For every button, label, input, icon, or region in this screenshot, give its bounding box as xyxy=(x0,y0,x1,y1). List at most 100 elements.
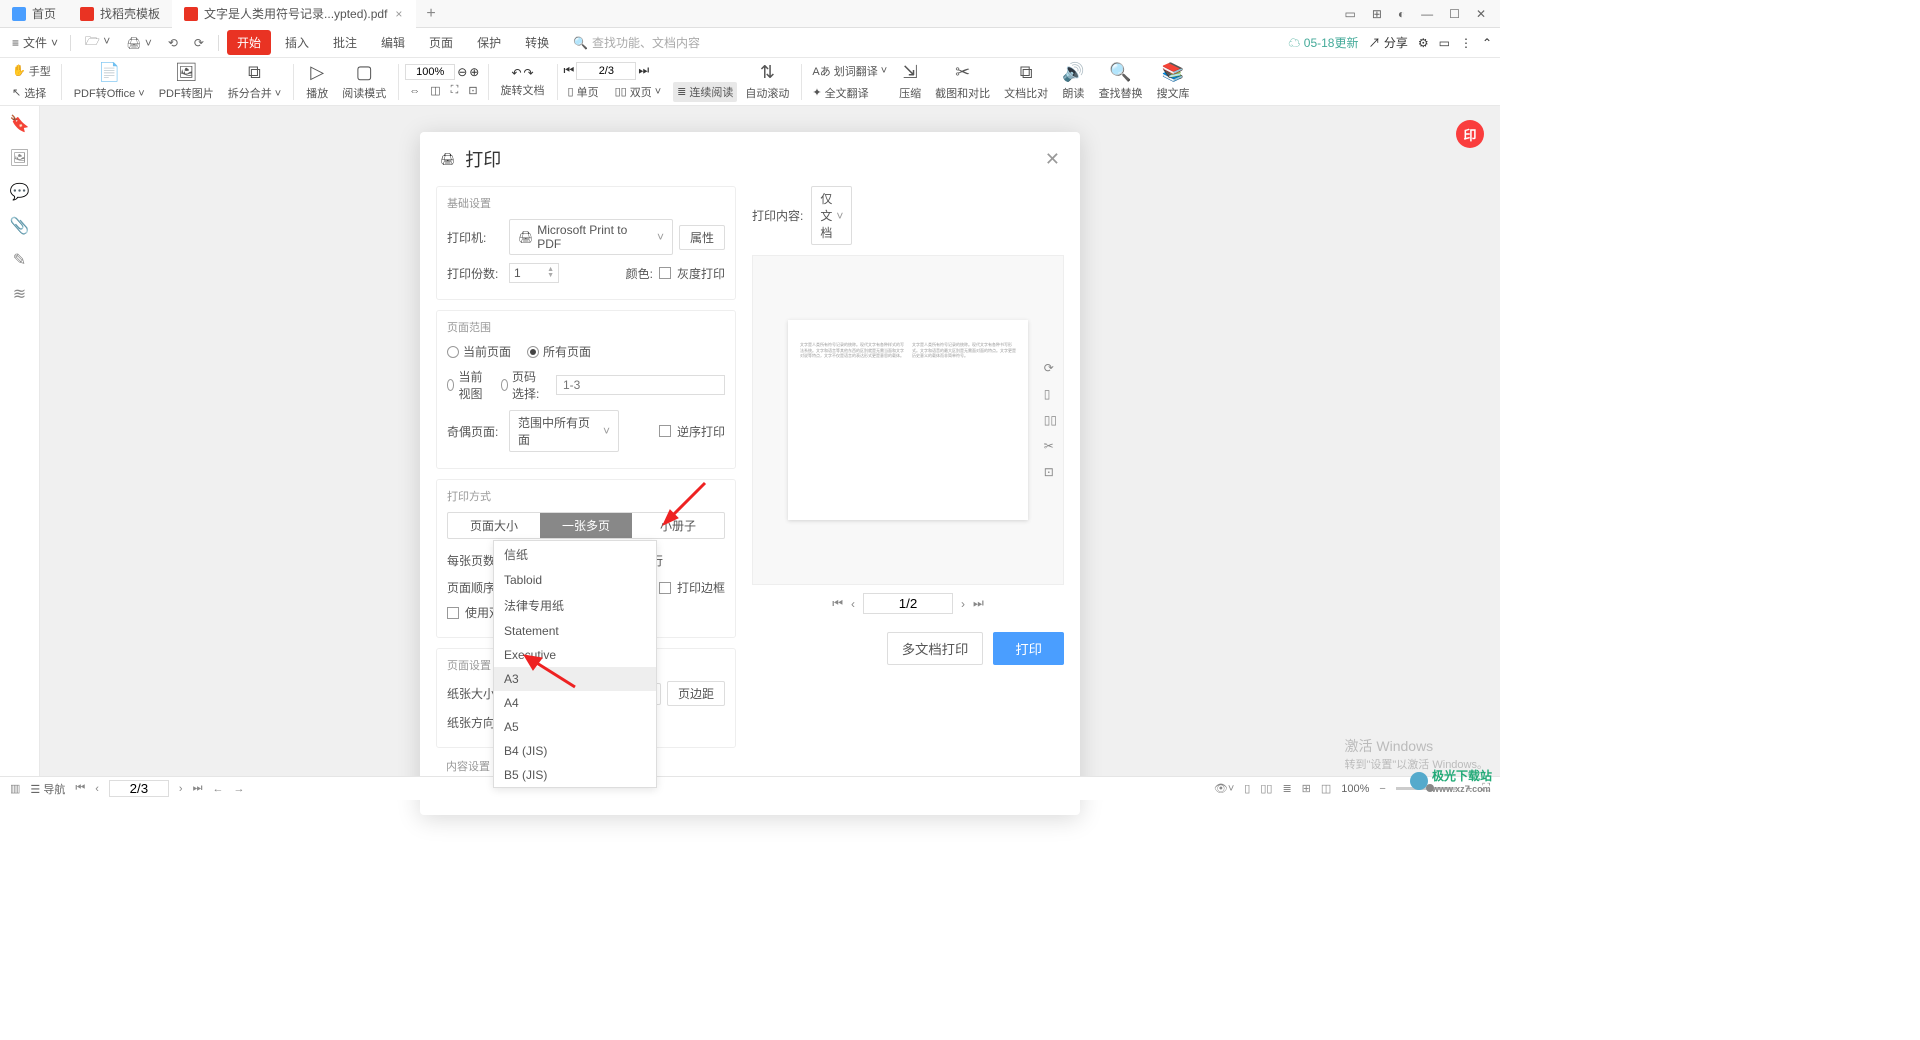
dd-item-a5[interactable]: A5 xyxy=(494,715,656,739)
zoom-control[interactable]: ⊖ ⊕ xyxy=(405,64,481,80)
pager-last-icon[interactable]: ⏭ xyxy=(973,596,984,611)
page-input[interactable] xyxy=(576,62,636,80)
zoomout-icon[interactable]: ⊖ xyxy=(457,65,467,79)
props-button[interactable]: 属性 xyxy=(679,225,725,250)
preview-fit-icon[interactable]: ⊡ xyxy=(1044,465,1057,479)
preview-page-icon[interactable]: ▯ xyxy=(1044,387,1057,401)
pdf2office-button[interactable]: 📄PDF转Office ˅ xyxy=(68,60,151,103)
findreplace-button[interactable]: 🔍查找替换 xyxy=(1093,60,1149,103)
share-button[interactable]: ↗ 分享 xyxy=(1368,34,1407,51)
grid-icon[interactable]: ⊞ xyxy=(1366,5,1388,23)
lastpage-icon[interactable]: ⏭ xyxy=(638,63,649,78)
close-icon[interactable]: × xyxy=(393,7,404,21)
dd-item-b4[interactable]: B4 (JIS) xyxy=(494,739,656,763)
content-select[interactable]: 仅文档˅ xyxy=(811,186,852,245)
thesaurus-button[interactable]: 📚搜文库 xyxy=(1151,60,1196,103)
pager-prev-icon[interactable]: ‹ xyxy=(851,597,855,611)
menu-annotate[interactable]: 批注 xyxy=(323,30,367,55)
continuous-button[interactable]: ≣ 连续阅读 xyxy=(673,82,737,102)
radio-allpages[interactable]: 所有页面 xyxy=(527,343,591,360)
collapse-icon[interactable]: ⌃ xyxy=(1482,36,1492,50)
fitpage-icon[interactable]: ◫ xyxy=(426,82,444,99)
dd-item-statement[interactable]: Statement xyxy=(494,619,656,643)
pagesel-input[interactable] xyxy=(556,375,725,395)
fab-button[interactable]: 印 xyxy=(1456,120,1484,148)
tab-document[interactable]: 文字是人类用符号记录...ypted).pdf × xyxy=(172,0,416,28)
reverse-checkbox[interactable] xyxy=(659,425,671,437)
save-icon[interactable]: 🖨 ˅ xyxy=(120,33,158,53)
radio-currentview[interactable]: 当前视图 xyxy=(447,368,485,402)
printer-select[interactable]: 🖨 Microsoft Print to PDF˅ xyxy=(509,219,673,255)
compare-button[interactable]: ⧉文档比对 xyxy=(998,60,1054,103)
redo-icon[interactable]: ⟳ xyxy=(188,33,210,53)
sb-view2-icon[interactable]: ▯▯ xyxy=(1260,782,1272,795)
sb-nav-button[interactable]: ☰ 导航 xyxy=(30,781,65,797)
pager-input[interactable] xyxy=(863,593,953,614)
selecttool-button[interactable]: ↖ 选择 xyxy=(8,83,55,103)
function-search[interactable]: 🔍 查找功能、文档内容 xyxy=(573,34,700,51)
preview-double-icon[interactable]: ▯▯ xyxy=(1044,413,1057,427)
menu-page[interactable]: 页面 xyxy=(419,30,463,55)
minimize-icon[interactable]: — xyxy=(1415,5,1439,23)
zoom-input[interactable] xyxy=(405,64,455,80)
actual-icon[interactable]: ⛶ xyxy=(447,82,463,99)
wordtrans-button[interactable]: Aあ 划词翻译˅ xyxy=(808,61,891,81)
preview-rotate-icon[interactable]: ⟳ xyxy=(1044,361,1057,375)
preview-crop-icon[interactable]: ✂ xyxy=(1044,439,1057,453)
menu-edit[interactable]: 编辑 xyxy=(371,30,415,55)
more-icon[interactable]: ⋮ xyxy=(1460,36,1472,50)
firstpage-icon[interactable]: ⏮ xyxy=(564,63,575,78)
print-icon[interactable]: ⟲ xyxy=(162,33,184,53)
oddeven-select[interactable]: 范围中所有页面˅ xyxy=(509,410,619,452)
rotate-button[interactable]: ↶↷ 旋转文档 xyxy=(495,64,551,100)
duplex-checkbox[interactable] xyxy=(447,607,459,619)
sb-view4-icon[interactable]: ⊞ xyxy=(1302,782,1311,795)
sb-zoomout-icon[interactable]: − xyxy=(1379,783,1385,795)
closewin-icon[interactable]: ✕ xyxy=(1470,5,1492,23)
fitwidth-icon[interactable]: ⇔ xyxy=(405,83,424,99)
sb-fwd-icon[interactable]: → xyxy=(233,783,244,795)
dd-item-tabloid[interactable]: Tabloid xyxy=(494,568,656,592)
printborder-checkbox[interactable] xyxy=(659,582,671,594)
dialog-close-icon[interactable]: ✕ xyxy=(1045,149,1060,170)
single-page-button[interactable]: ▯ 单页 xyxy=(564,82,603,102)
menu-insert[interactable]: 插入 xyxy=(275,30,319,55)
tab-template[interactable]: 找稻壳模板 xyxy=(68,0,172,28)
hamburger-icon[interactable]: ≡ 文件 ˅ xyxy=(8,30,62,55)
menu-convert[interactable]: 转换 xyxy=(515,30,559,55)
sb-first-icon[interactable]: ⏮ xyxy=(75,782,85,795)
print-button[interactable]: 打印 xyxy=(993,632,1064,665)
maximize-icon[interactable]: ☐ xyxy=(1443,5,1466,23)
avatar-icon[interactable]: ◐ xyxy=(1392,5,1411,23)
fitvisible-icon[interactable]: ⊡ xyxy=(464,82,481,99)
sb-view3-icon[interactable]: ≣ xyxy=(1282,782,1291,795)
radio-currentpage[interactable]: 当前页面 xyxy=(447,343,511,360)
menu-start[interactable]: 开始 xyxy=(227,30,271,55)
pdf2img-button[interactable]: 🖼PDF转图片 xyxy=(153,60,220,103)
multi-print-button[interactable]: 多文档打印 xyxy=(887,632,984,665)
zoomin-icon[interactable]: ⊕ xyxy=(469,65,479,79)
radio-pagesel[interactable]: 页码选择: xyxy=(501,368,540,402)
margins-button[interactable]: 页边距 xyxy=(667,681,725,706)
screenshot-button[interactable]: ✂截图和对比 xyxy=(929,60,996,103)
layers-icon[interactable]: ≋ xyxy=(13,284,26,304)
fulltrans-button[interactable]: ✦ 全文翻译 xyxy=(808,83,891,103)
sb-page-input[interactable] xyxy=(109,780,169,797)
new-tab-button[interactable]: + xyxy=(416,5,445,23)
tab-home[interactable]: 首页 xyxy=(0,0,68,28)
tab-multi[interactable]: 一张多页 xyxy=(540,513,632,538)
signature-icon[interactable]: ✎ xyxy=(13,250,26,270)
reading-button[interactable]: ▢阅读模式 xyxy=(336,60,392,103)
copies-input[interactable]: 1▲▼ xyxy=(509,263,559,283)
dd-item-b5[interactable]: B5 (JIS) xyxy=(494,763,656,787)
sb-last-icon[interactable]: ⏭ xyxy=(193,782,203,795)
open-icon[interactable]: 🗁 ˅ xyxy=(79,29,116,56)
sb-fit-icon[interactable]: ◫ xyxy=(1321,782,1331,795)
compress-button[interactable]: ⇲压缩 xyxy=(893,60,927,103)
menu-protect[interactable]: 保护 xyxy=(467,30,511,55)
pager-next-icon[interactable]: › xyxy=(961,597,965,611)
rotleft-icon[interactable]: ↶ xyxy=(511,66,521,80)
attachment-icon[interactable]: 📎 xyxy=(10,216,30,236)
handtool-button[interactable]: ✋ 手型 xyxy=(8,61,55,81)
cloud-icon[interactable]: ☁ 05-18更新 xyxy=(1288,34,1358,51)
